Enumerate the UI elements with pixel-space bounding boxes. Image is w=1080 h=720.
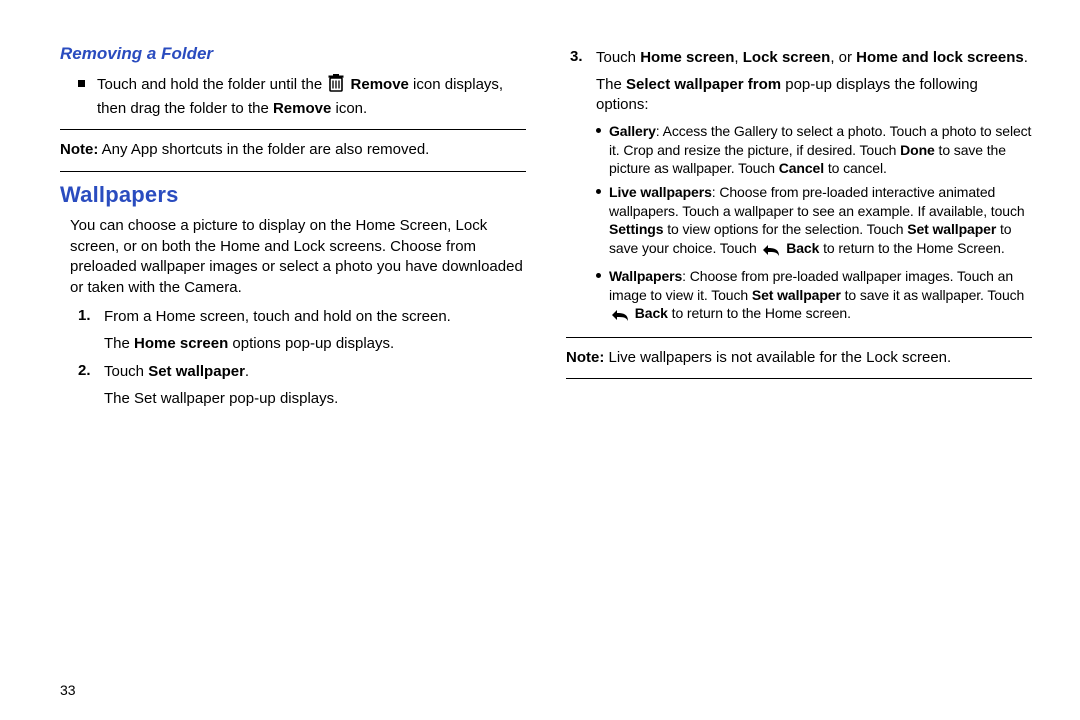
cancel-bold: Cancel xyxy=(779,160,824,176)
note-live-wallpapers: Note: Live wallpapers is not available f… xyxy=(566,348,1032,369)
note-text: Any App shortcuts in the folder are also… xyxy=(98,141,429,158)
text: Touch xyxy=(104,363,148,380)
opt-home-lock: Home and lock screens xyxy=(856,49,1024,66)
bullet-text: Touch and hold the folder until the Remo… xyxy=(97,74,526,119)
step-3: 3. Touch Home screen, Lock screen, or Ho… xyxy=(570,48,1032,69)
text: Touch and hold the folder until the xyxy=(97,76,326,93)
text: icon. xyxy=(336,100,368,117)
back-icon xyxy=(611,308,629,326)
done-bold: Done xyxy=(900,142,935,158)
step-text: Touch Home screen, Lock screen, or Home … xyxy=(596,48,1032,69)
back-bold: Back xyxy=(786,240,819,256)
remove-label-1: Remove xyxy=(351,76,409,93)
step-2-sub: The Set wallpaper pop-up displays. xyxy=(104,389,526,410)
note-label: Note: xyxy=(566,349,604,366)
text: options pop-up displays. xyxy=(228,335,394,352)
divider xyxy=(566,337,1032,338)
left-column: Removing a Folder Touch and hold the fol… xyxy=(60,40,526,414)
opt-lock-screen: Lock screen xyxy=(743,49,831,66)
step-text: From a Home screen, touch and hold on th… xyxy=(104,307,526,328)
step-number: 1. xyxy=(78,307,94,324)
step-number: 3. xyxy=(570,48,586,65)
right-column: 3. Touch Home screen, Lock screen, or Ho… xyxy=(566,40,1032,414)
note-text: Live wallpapers is not available for the… xyxy=(604,349,951,366)
option-text: Gallery: Access the Gallery to select a … xyxy=(609,122,1032,177)
option-live-wallpapers: Live wallpapers: Choose from pre-loaded … xyxy=(596,183,1032,261)
text: to return to the Home screen. xyxy=(668,305,851,321)
trash-icon xyxy=(328,74,344,99)
square-bullet-item: Touch and hold the folder until the Remo… xyxy=(78,74,526,119)
text: , xyxy=(734,49,742,66)
wallpapers-bold: Wallpapers xyxy=(609,268,682,284)
set-wallpaper-bold: Set wallpaper xyxy=(907,221,996,237)
remove-label-2: Remove xyxy=(273,100,331,117)
subheading-removing-folder: Removing a Folder xyxy=(60,44,526,64)
note-label: Note: xyxy=(60,141,98,158)
text: to save it as wallpaper. Touch xyxy=(841,287,1024,303)
page-number: 33 xyxy=(60,682,76,698)
bullet-icon xyxy=(596,128,601,133)
home-screen-bold: Home screen xyxy=(134,335,228,352)
text: to cancel. xyxy=(824,160,887,176)
note-remove-shortcuts: Note: Any App shortcuts in the folder ar… xyxy=(60,140,526,161)
step-1-sub: The Home screen options pop-up displays. xyxy=(104,334,526,355)
divider xyxy=(566,378,1032,379)
option-wallpapers: Wallpapers: Choose from pre-loaded wallp… xyxy=(596,267,1032,326)
step-1: 1. From a Home screen, touch and hold on… xyxy=(78,307,526,328)
text: The xyxy=(596,76,626,93)
text: Touch xyxy=(596,49,640,66)
text: to view options for the selection. Touch xyxy=(663,221,907,237)
select-wallpaper-from-bold: Select wallpaper from xyxy=(626,76,781,93)
back-bold: Back xyxy=(635,305,668,321)
set-wallpaper-bold: Set wallpaper xyxy=(148,363,245,380)
bullet-icon xyxy=(596,189,601,194)
step-3-sub: The Select wallpaper from pop-up display… xyxy=(596,75,1032,116)
text: . xyxy=(245,363,249,380)
option-text: Wallpapers: Choose from pre-loaded wallp… xyxy=(609,267,1032,326)
settings-bold: Settings xyxy=(609,221,663,237)
manual-page: Removing a Folder Touch and hold the fol… xyxy=(0,0,1080,720)
step-text: Touch Set wallpaper. xyxy=(104,362,526,383)
back-icon xyxy=(762,243,780,261)
bullet-icon xyxy=(596,273,601,278)
option-text: Live wallpapers: Choose from pre-loaded … xyxy=(609,183,1032,261)
text: The xyxy=(104,335,134,352)
step-2: 2. Touch Set wallpaper. xyxy=(78,362,526,383)
divider xyxy=(60,129,526,130)
opt-home-screen: Home screen xyxy=(640,49,734,66)
option-gallery: Gallery: Access the Gallery to select a … xyxy=(596,122,1032,177)
text: , or xyxy=(830,49,856,66)
divider xyxy=(60,171,526,172)
text: to return to the Home Screen. xyxy=(819,240,1004,256)
wallpapers-intro: You can choose a picture to display on t… xyxy=(60,216,526,299)
square-bullet-icon xyxy=(78,80,85,87)
gallery-bold: Gallery xyxy=(609,123,656,139)
two-column-layout: Removing a Folder Touch and hold the fol… xyxy=(60,40,1032,414)
set-wallpaper-bold-2: Set wallpaper xyxy=(752,287,841,303)
text: . xyxy=(1024,49,1028,66)
live-wallpapers-bold: Live wallpapers xyxy=(609,184,712,200)
section-heading-wallpapers: Wallpapers xyxy=(60,182,526,208)
step-number: 2. xyxy=(78,362,94,379)
